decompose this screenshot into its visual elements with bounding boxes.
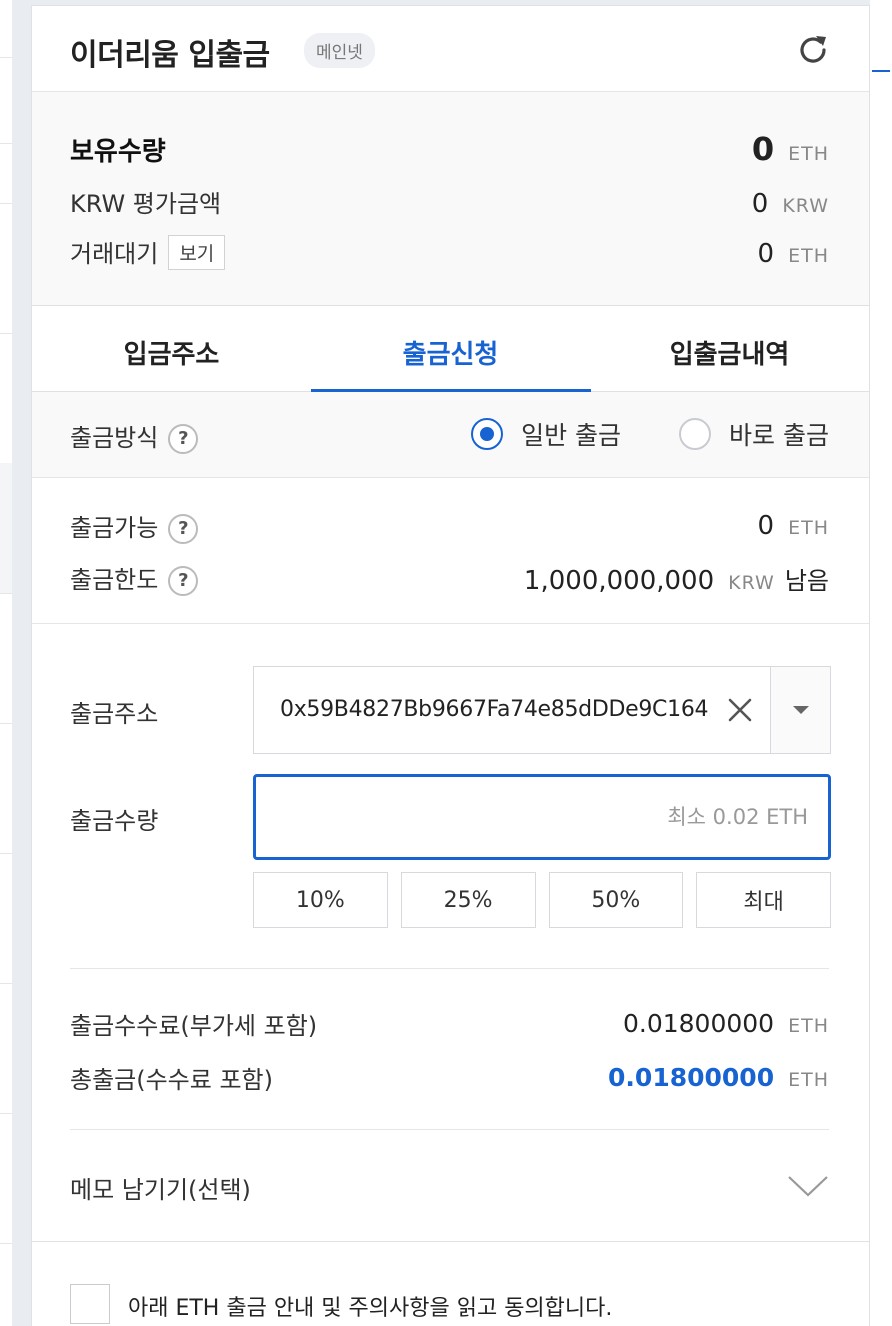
eth-deposit-withdraw-panel: 이더리움 입출금 메인넷 보유수량 0 ETH KRW 평가금액 0 KRW 거래대…	[31, 5, 870, 1326]
panel-header: 이더리움 입출금 메인넷	[32, 6, 869, 92]
percent-buttons: 10% 25% 50% 최대	[253, 872, 831, 928]
close-icon[interactable]	[710, 667, 770, 753]
radio-instant-label: 바로 출금	[729, 421, 829, 450]
pending-value: 0	[757, 239, 775, 269]
pending-row: 거래대기 보기 0 ETH	[70, 234, 829, 270]
krw-value: 0	[751, 189, 769, 219]
tab-bar: 입금주소 출금신청 입출금내역	[32, 306, 869, 393]
pct-10-button[interactable]: 10%	[253, 872, 388, 928]
pct-50-button[interactable]: 50%	[548, 872, 684, 928]
holding-row: 보유수량 0 ETH	[70, 130, 829, 168]
help-icon[interactable]: ?	[168, 566, 199, 596]
agree-checkbox[interactable]	[70, 1284, 110, 1324]
tab-history[interactable]: 입출금내역	[590, 306, 869, 391]
pct-25-button[interactable]: 25%	[400, 872, 536, 928]
withdraw-form: 출금주소 0x59B4827Bb9667Fa74e85dDDe9C1645 출금…	[32, 624, 869, 1064]
holding-unit: ETH	[788, 143, 829, 165]
fee-value: 0.01800000	[622, 1009, 775, 1038]
krw-unit: KRW	[782, 195, 829, 217]
balance-section: 보유수량 0 ETH KRW 평가금액 0 KRW 거래대기 보기 0 ETH	[32, 92, 869, 306]
amount-field[interactable]	[253, 774, 831, 860]
pending-unit: ETH	[788, 245, 829, 267]
memo-label: 메모 남기기(선택)	[70, 1176, 251, 1204]
agreement-row: 아래 ETH 출금 안내 및 주의사항을 읽고 동의합니다.	[32, 1241, 869, 1326]
holding-label: 보유수량	[70, 137, 166, 167]
radio-instant-withdraw[interactable]: 바로 출금	[679, 416, 829, 452]
address-value[interactable]: 0x59B4827Bb9667Fa74e85dDDe9C1645	[254, 667, 710, 753]
radio-unselected-icon[interactable]	[679, 418, 712, 450]
radio-normal-label: 일반 출금	[521, 421, 622, 450]
memo-toggle[interactable]: 메모 남기기(선택)	[70, 1170, 829, 1205]
limit-label: 출금한도	[70, 566, 159, 594]
divider	[70, 968, 829, 969]
view-pending-button[interactable]: 보기	[168, 235, 226, 270]
krw-label: KRW 평가금액	[70, 190, 222, 218]
background-left-column	[0, 0, 12, 1326]
tab-deposit-address[interactable]: 입금주소	[32, 306, 311, 391]
holding-value: 0	[751, 130, 775, 168]
withdraw-method-options: 일반 출금 바로 출금	[471, 416, 829, 452]
withdraw-method-label: 출금방식	[70, 424, 159, 452]
radio-normal-withdraw[interactable]: 일반 출금	[471, 416, 621, 452]
total-unit: ETH	[788, 1069, 829, 1091]
withdraw-method-row: 출금방식? 일반 출금 바로 출금	[32, 392, 869, 478]
address-field[interactable]: 0x59B4827Bb9667Fa74e85dDDe9C1645	[253, 666, 831, 754]
amount-label: 출금수량	[70, 807, 159, 835]
chevron-down-icon[interactable]	[787, 1174, 829, 1202]
panel-title: 이더리움 입출금	[70, 38, 270, 73]
total-row: 총출금(수수료 포함) 0.01800000 ETH	[70, 1060, 829, 1095]
available-row: 출금가능? 0 ETH	[70, 508, 829, 544]
amount-input[interactable]	[256, 777, 828, 857]
chevron-down-icon[interactable]	[770, 667, 830, 753]
availability-section: 출금가능? 0 ETH 출금한도? 1,000,000,000 KRW 남음	[32, 478, 869, 624]
refresh-icon[interactable]	[795, 32, 831, 68]
background-right-column	[870, 0, 892, 1326]
total-value: 0.01800000	[608, 1063, 775, 1092]
fee-label: 출금수수료(부가세 포함)	[70, 1012, 318, 1040]
divider	[70, 1129, 829, 1130]
available-unit: ETH	[788, 517, 829, 539]
agree-text: 아래 ETH 출금 안내 및 주의사항을 읽고 동의합니다.	[128, 1296, 613, 1321]
fee-row: 출금수수료(부가세 포함) 0.01800000 ETH	[70, 1006, 829, 1041]
tab-withdraw-request[interactable]: 출금신청	[311, 306, 590, 391]
network-badge: 메인넷	[304, 33, 375, 68]
pct-max-button[interactable]: 최대	[696, 872, 831, 928]
help-icon[interactable]: ?	[168, 424, 199, 454]
total-label: 총출금(수수료 포함)	[70, 1066, 273, 1094]
radio-selected-icon[interactable]	[471, 418, 504, 450]
pending-label: 거래대기	[70, 240, 159, 268]
available-label: 출금가능	[70, 514, 159, 542]
available-value: 0	[757, 511, 775, 541]
krw-row: KRW 평가금액 0 KRW	[70, 184, 829, 219]
limit-value: 1,000,000,000	[523, 565, 715, 596]
limit-unit: KRW	[728, 571, 775, 594]
limit-row: 출금한도? 1,000,000,000 KRW 남음	[70, 560, 829, 596]
help-icon[interactable]: ?	[168, 514, 199, 544]
limit-suffix: 남음	[784, 566, 829, 595]
address-label: 출금주소	[70, 700, 159, 728]
fee-unit: ETH	[788, 1015, 829, 1037]
